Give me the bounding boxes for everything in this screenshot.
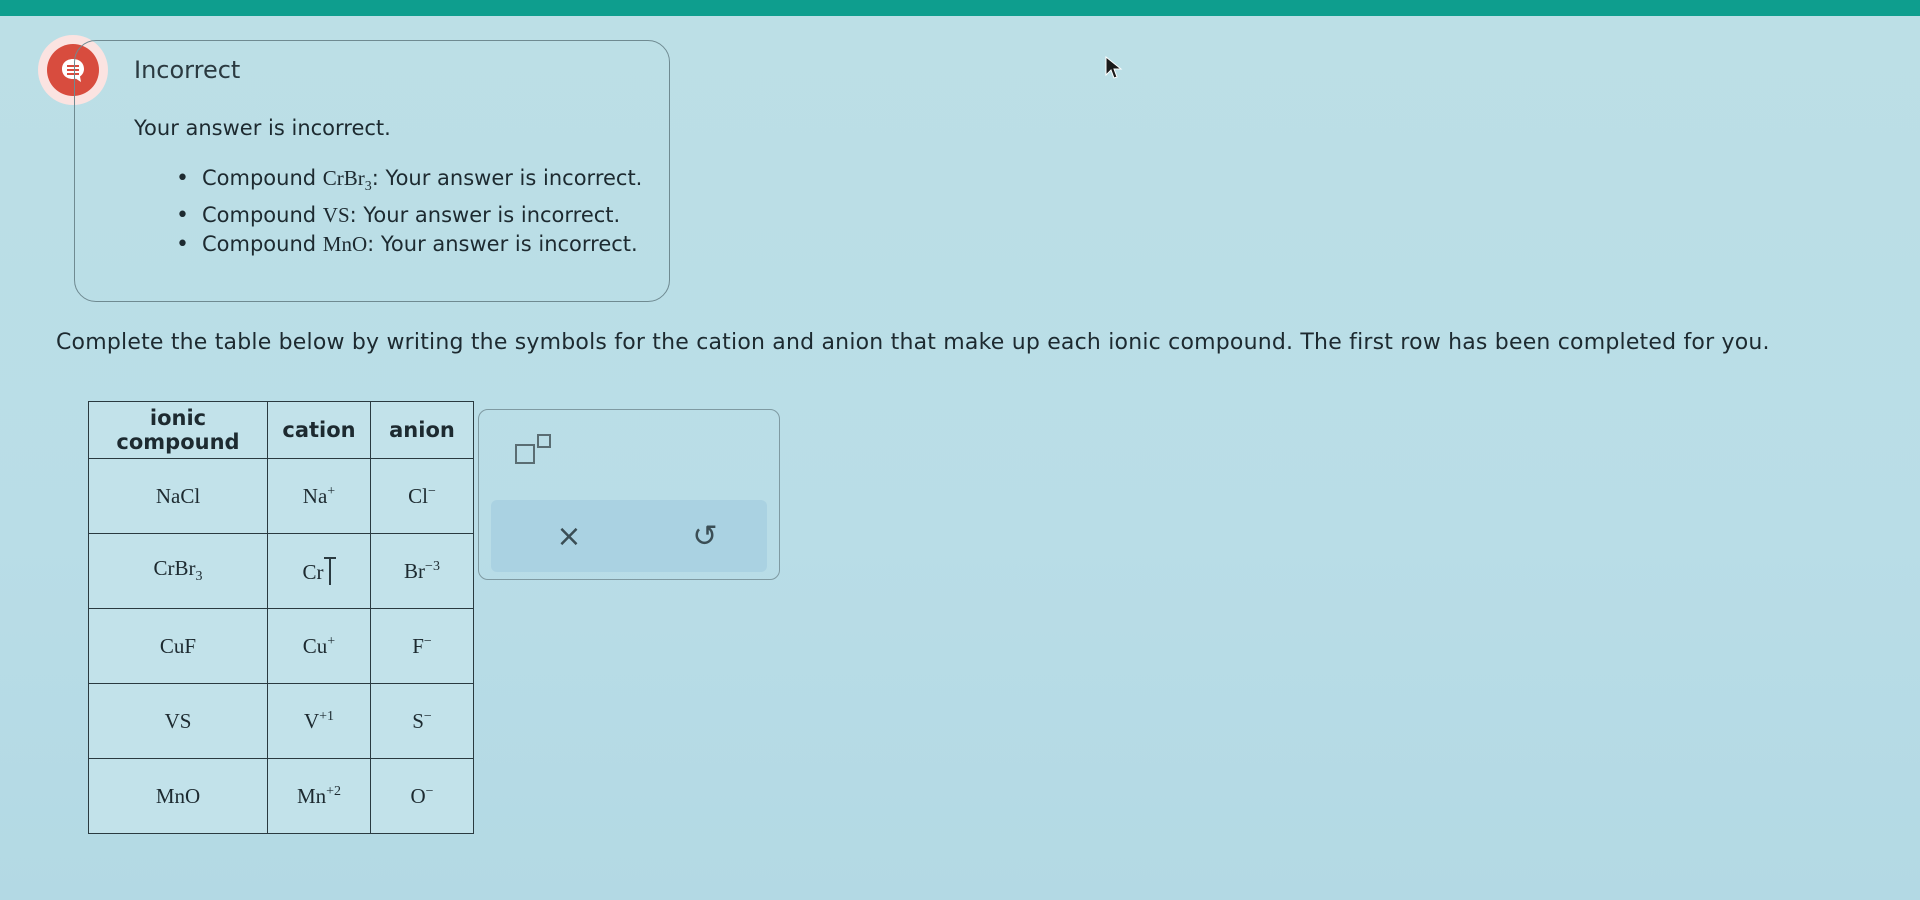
anion-input[interactable]: S− (370, 683, 474, 759)
superscript-box-icon[interactable] (515, 434, 555, 466)
clear-button[interactable]: × (547, 514, 591, 558)
feedback-list: Compound CrBr3: Your answer is incorrect… (176, 164, 642, 259)
cation-input[interactable]: V+1 (267, 683, 371, 759)
table-row: CrBr3 Cr Br−3 (88, 533, 474, 609)
compound-formula: VS (322, 203, 350, 228)
compound-cell: CrBr3 (88, 533, 268, 609)
feedback-item: Compound VS: Your answer is incorrect. (176, 201, 642, 230)
compound-cell: CuF (88, 608, 268, 684)
header-anion: anion (370, 401, 474, 459)
feedback-status-title: Incorrect (134, 56, 241, 84)
answer-toolbox: × ↺ (478, 409, 780, 580)
cation-input[interactable]: Cr (267, 533, 371, 609)
compound-cell: VS (88, 683, 268, 759)
compound-cell: MnO (88, 758, 268, 834)
cation-input[interactable]: Cu+ (267, 608, 371, 684)
anion-input[interactable]: F− (370, 608, 474, 684)
table-header-row: ionic compound cation anion (88, 401, 474, 459)
text-cursor-icon (323, 557, 336, 585)
cation-cell: Na+ (267, 458, 371, 534)
undo-button[interactable]: ↺ (683, 514, 727, 558)
feedback-message: Your answer is incorrect. (134, 116, 391, 140)
anion-cell: Cl− (370, 458, 474, 534)
anion-input[interactable]: Br−3 (370, 533, 474, 609)
cation-input[interactable]: Mn+2 (267, 758, 371, 834)
table-row: NaCl Na+ Cl− (88, 458, 474, 534)
toolbox-action-bar: × ↺ (491, 500, 767, 572)
anion-input[interactable]: O− (370, 758, 474, 834)
ion-table: ionic compound cation anion NaCl Na+ Cl− … (88, 401, 474, 834)
header-cation: cation (267, 401, 371, 459)
compound-cell: NaCl (88, 458, 268, 534)
feedback-item: Compound CrBr3: Your answer is incorrect… (176, 164, 642, 201)
table-row: CuF Cu+ F− (88, 608, 474, 684)
compound-formula: MnO (322, 232, 368, 257)
table-row: VS V+1 S− (88, 683, 474, 759)
table-row: MnO Mn+2 O− (88, 758, 474, 834)
instruction-text: Complete the table below by writing the … (56, 330, 1770, 355)
top-accent-bar (0, 0, 1920, 16)
compound-formula: CrBr (322, 166, 365, 190)
feedback-item: Compound MnO: Your answer is incorrect. (176, 230, 642, 259)
header-ionic-compound: ionic compound (88, 401, 268, 459)
mouse-pointer-icon (1105, 55, 1123, 79)
